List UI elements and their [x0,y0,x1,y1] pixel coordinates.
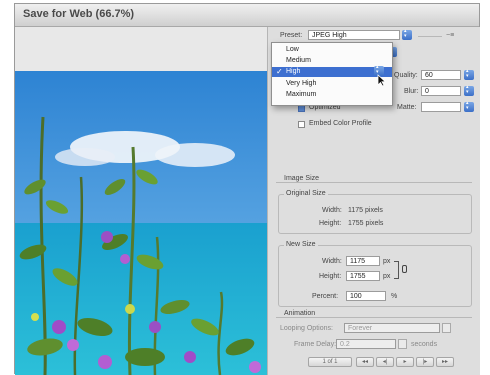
window-title: Save for Web (66.7%) [23,8,135,20]
embed-profile-label: Embed Color Profile [309,120,372,127]
new-width-input[interactable]: 1175 [346,256,380,266]
image-size-divider [276,182,472,183]
matte-label: Matte: [397,104,417,111]
dropdown-option-very-high[interactable]: Very High [272,79,392,89]
option-label: High [286,68,301,75]
percent-label: Percent: [312,293,339,300]
original-height-value: 1755 pixels [348,220,384,227]
quality-chevron-icon[interactable] [464,69,474,80]
original-size-heading: Original Size [284,190,328,197]
quality-label: Quality: [394,72,418,79]
original-height-label: Height: [319,220,342,227]
chain-link-icon[interactable] [402,265,407,273]
frame-delay-unit: seconds [411,341,438,348]
animation-divider [276,317,472,318]
animation-heading: Animation [282,310,318,317]
preview-image [15,27,267,375]
original-width-label: Width: [322,207,342,214]
option-label: Medium [286,57,311,64]
blur-input[interactable]: 0 [421,86,461,96]
frame-delay-label: Frame Delay: [294,341,337,348]
dropdown-option-medium[interactable]: Medium [272,56,392,66]
blur-chevron-icon[interactable] [464,85,474,96]
last-frame-button[interactable]: ▸▸ [436,357,454,367]
looping-chevron-icon[interactable] [442,323,451,333]
frame-counter: 1 of 1 [308,357,352,367]
save-for-web-window: Save for Web (66.7%) Preset: JPEG High ▴… [14,3,480,375]
preset-select[interactable]: JPEG High [308,30,400,40]
matte-input[interactable] [421,102,461,112]
first-frame-button[interactable]: ◂◂ [356,357,374,367]
play-button[interactable]: ▸ [396,357,414,367]
frame-delay-input[interactable]: 0.2 [336,339,396,349]
option-label: Low [286,46,299,53]
original-size-group [278,194,472,234]
looping-select[interactable]: Forever [344,323,440,333]
option-label: Very High [286,80,317,87]
dropdown-option-maximum[interactable]: Maximum [272,90,392,100]
preset-chevron-icon[interactable] [402,29,412,40]
constrain-bracket [394,261,399,279]
width-unit: px [383,258,391,265]
looping-label: Looping Options: [280,325,333,332]
mouse-pointer-icon [377,74,387,87]
percent-unit: % [391,293,398,300]
new-height-label: Height: [319,273,342,280]
blur-label: Blur: [404,88,419,95]
height-unit: px [383,273,391,280]
frame-delay-chevron-icon[interactable] [398,339,407,349]
title-bar[interactable]: Save for Web (66.7%) [15,4,479,27]
original-width-value: 1175 pixels [348,207,383,214]
embed-profile-checkbox[interactable] [298,121,305,128]
preset-label: Preset: [280,32,303,39]
previous-frame-button[interactable]: ◂| [376,357,394,367]
divider [418,36,442,37]
percent-input[interactable]: 100 [346,291,386,301]
preset-menu-icon[interactable]: −≡ [446,32,454,39]
new-width-label: Width: [322,258,342,265]
checkmark-icon: ✓ [276,67,283,76]
quality-input[interactable]: 60 [421,70,461,80]
new-height-input[interactable]: 1755 [346,271,380,281]
image-size-heading: Image Size [282,175,322,182]
option-label: Maximum [286,91,317,98]
optimized-checkbox[interactable] [298,105,305,112]
dropdown-option-low[interactable]: Low [272,45,392,55]
new-size-heading: New Size [284,241,318,248]
image-preview[interactable] [15,27,267,375]
next-frame-button[interactable]: |▸ [416,357,434,367]
matte-chevron-icon[interactable] [464,101,474,112]
